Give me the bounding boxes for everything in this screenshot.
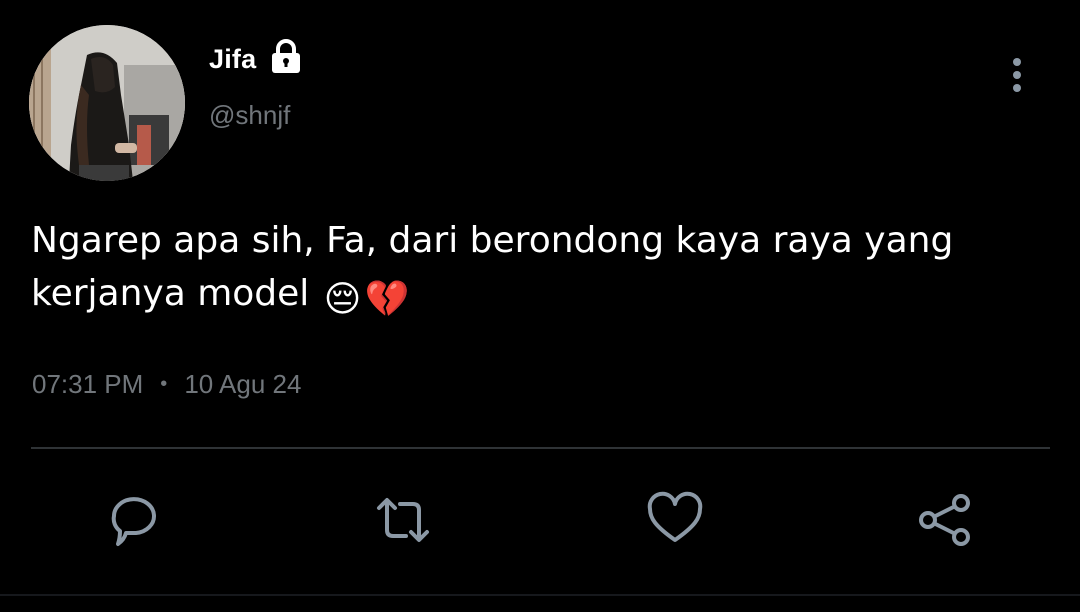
user-handle[interactable]: @shnjf (209, 100, 290, 131)
lock-icon (272, 39, 300, 73)
reply-button[interactable] (106, 490, 166, 550)
like-button[interactable] (645, 490, 705, 550)
tweet-time: 07:31 PM (32, 369, 144, 399)
share-button[interactable] (915, 490, 975, 550)
tweet-meta: 07:31 PM • 10 Agu 24 (32, 369, 301, 400)
comment-icon (111, 497, 156, 546)
tweet-date: 10 Agu 24 (184, 369, 302, 399)
bottom-divider (0, 594, 1080, 596)
heart-icon (647, 491, 703, 542)
share-icon (919, 494, 970, 546)
tweet-body: Ngarep apa sih, Fa, dari berondong kaya … (31, 214, 1031, 320)
retweet-button[interactable] (373, 490, 433, 550)
display-name[interactable]: Jifa (209, 44, 256, 75)
tweet-card: Jifa @shnjf Ngarep apa sih, Fa, dari ber… (0, 0, 1080, 612)
broken-heart-emoji: 💔 (364, 279, 410, 320)
retweet-icon (377, 498, 429, 542)
pensive-face-emoji: 😔 (323, 279, 362, 320)
tweet-text: Ngarep apa sih, Fa, dari berondong kaya … (31, 220, 954, 314)
avatar-photo (29, 25, 185, 181)
avatar[interactable] (29, 25, 185, 181)
more-options-icon[interactable] (1002, 55, 1032, 95)
meta-separator: • (160, 373, 168, 395)
divider (31, 447, 1050, 449)
